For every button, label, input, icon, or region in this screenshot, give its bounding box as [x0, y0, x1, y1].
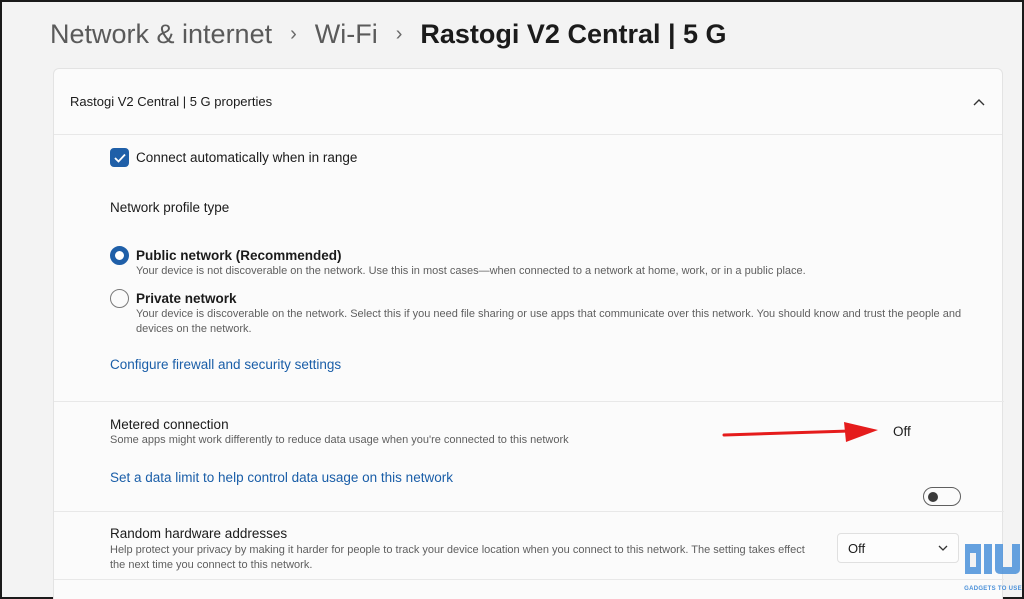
- network-properties-card: Rastogi V2 Central | 5 G properties Conn…: [53, 68, 1004, 599]
- chevron-right-icon: ›: [290, 22, 297, 45]
- connect-auto-label: Connect automatically when in range: [136, 150, 358, 165]
- checkmark-icon: [113, 153, 126, 163]
- gadgets-to-use-logo: GADGETS TO USE: [964, 543, 1022, 592]
- metered-connection-label: Metered connection: [110, 417, 229, 432]
- configure-firewall-link[interactable]: Configure firewall and security settings: [110, 357, 341, 372]
- metered-connection-desc: Some apps might work differently to redu…: [110, 434, 569, 446]
- public-network-radio[interactable]: [110, 246, 129, 265]
- random-hw-label: Random hardware addresses: [110, 526, 288, 541]
- public-network-label: Public network (Recommended): [136, 248, 342, 263]
- chevron-down-icon: [938, 545, 948, 551]
- toggle-knob: [928, 491, 938, 502]
- metered-state-label: Off: [893, 424, 911, 439]
- private-network-desc: Your device is discoverable on the netwo…: [136, 308, 962, 335]
- random-hw-select[interactable]: Off: [837, 533, 959, 563]
- metered-connection-toggle[interactable]: [923, 487, 961, 506]
- section-divider: [54, 511, 1004, 512]
- breadcrumb-network-internet[interactable]: Network & internet: [50, 19, 272, 50]
- watermark-text: GADGETS TO USE: [964, 586, 1022, 592]
- random-hw-desc: Help protect your privacy by making it h…: [110, 544, 805, 571]
- public-network-desc: Your device is not discoverable on the n…: [136, 265, 806, 277]
- profile-type-heading: Network profile type: [110, 200, 230, 215]
- section-divider: [54, 579, 1004, 580]
- chevron-up-icon[interactable]: [972, 95, 986, 109]
- section-divider: [54, 401, 1004, 402]
- chevron-right-icon: ›: [395, 22, 403, 45]
- card-title: Rastogi V2 Central | 5 G properties: [70, 94, 273, 109]
- card-header[interactable]: Rastogi V2 Central | 5 G properties: [54, 69, 1002, 135]
- private-network-label: Private network: [136, 291, 237, 306]
- connect-auto-checkbox[interactable]: [110, 148, 129, 167]
- breadcrumb-current-network: Rastogi V2 Central | 5 G: [420, 18, 727, 49]
- annotation-arrow-icon: [722, 420, 882, 449]
- breadcrumb-wifi[interactable]: Wi-Fi: [315, 19, 378, 50]
- breadcrumb: Network & internet › Wi-Fi › Rastogi V2 …: [50, 16, 727, 52]
- data-limit-link[interactable]: Set a data limit to help control data us…: [110, 470, 453, 485]
- private-network-radio[interactable]: [110, 289, 129, 308]
- random-hw-value: Off: [848, 540, 866, 556]
